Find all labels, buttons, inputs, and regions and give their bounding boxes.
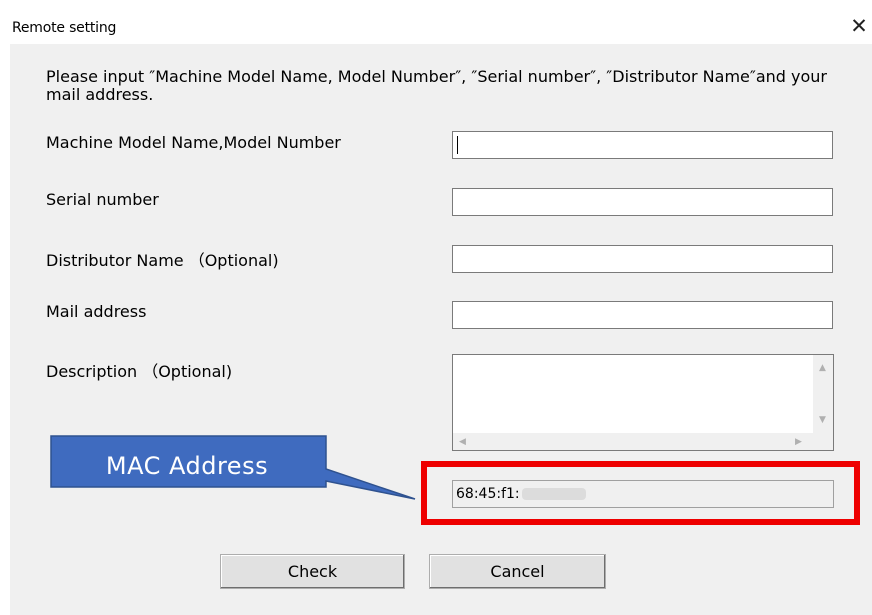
callout-label: MAC Address	[105, 452, 269, 480]
description-textarea[interactable]: ▲ ▼ ◀ ▶	[452, 354, 834, 451]
dialog-body: Please input ″Machine Model Name, Model …	[10, 44, 872, 615]
scroll-up-icon[interactable]: ▲	[819, 363, 826, 373]
scroll-left-icon[interactable]: ◀	[459, 437, 466, 447]
mail-input[interactable]	[452, 301, 833, 329]
text-caret	[457, 136, 458, 154]
horizontal-scrollbar[interactable]: ◀ ▶	[453, 433, 813, 450]
title-bar: Remote setting ✕	[0, 0, 872, 44]
window-title: Remote setting	[12, 20, 117, 36]
mac-address-callout: MAC Address	[10, 435, 450, 515]
model-label: Machine Model Name,Model Number	[46, 133, 341, 152]
scroll-right-icon[interactable]: ▶	[795, 437, 802, 447]
check-button[interactable]: Check	[220, 554, 405, 589]
scrollbar-corner	[813, 433, 833, 450]
mac-highlight-box	[421, 461, 860, 525]
serial-input[interactable]	[452, 188, 833, 216]
vertical-scrollbar[interactable]: ▲ ▼	[813, 355, 833, 433]
instruction-text: Please input ″Machine Model Name, Model …	[46, 67, 828, 104]
scroll-down-icon[interactable]: ▼	[819, 415, 826, 425]
cancel-button[interactable]: Cancel	[429, 554, 606, 589]
distributor-label: Distributor Name （Optional)	[46, 251, 279, 270]
serial-label: Serial number	[46, 190, 159, 209]
distributor-input[interactable]	[452, 245, 833, 273]
model-input[interactable]	[452, 131, 833, 159]
mail-label: Mail address	[46, 302, 147, 321]
close-button[interactable]: ✕	[848, 14, 870, 38]
description-label: Description （Optional)	[46, 362, 233, 381]
